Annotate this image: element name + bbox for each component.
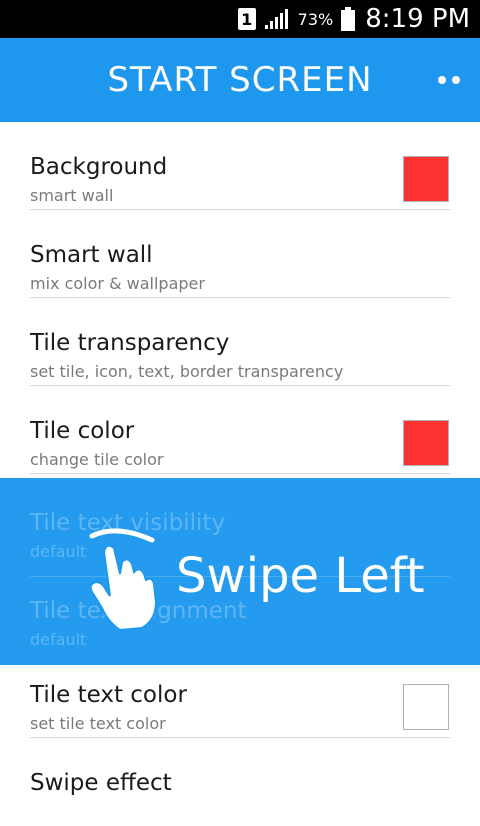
overflow-dots-icon[interactable] — [432, 66, 466, 94]
setting-swipe-effect[interactable]: Swipe effect — [0, 738, 480, 826]
setting-subtitle: set tile text color — [30, 714, 166, 733]
tile-color-swatch[interactable] — [403, 420, 449, 466]
battery-icon — [341, 7, 356, 31]
setting-tile-transparency[interactable]: Tile transparency set tile, icon, text, … — [0, 298, 480, 386]
page-title: START SCREEN — [107, 60, 373, 100]
swipe-tutorial-overlay[interactable]: Tile text visibility default Tile text a… — [0, 478, 480, 665]
setting-subtitle: set tile, icon, text, border transparenc… — [30, 362, 344, 381]
setting-subtitle: mix color & wallpaper — [30, 274, 205, 293]
setting-tile-color[interactable]: Tile color change tile color — [0, 386, 480, 474]
overflow-dot — [452, 76, 460, 84]
setting-title: Tile transparency — [30, 330, 230, 356]
battery-percent: 73% — [297, 9, 334, 29]
setting-subtitle: smart wall — [30, 186, 114, 205]
swipe-hand-icon — [89, 528, 158, 632]
ghost-setting-subtitle: default — [30, 542, 87, 561]
background-color-swatch[interactable] — [403, 156, 449, 202]
setting-title: Swipe effect — [30, 770, 172, 796]
tile-text-color-swatch[interactable] — [403, 684, 449, 730]
ghost-setting-subtitle: default — [30, 630, 87, 649]
setting-title: Smart wall — [30, 242, 153, 268]
clock: 8:19 PM — [365, 4, 470, 34]
signal-icon — [264, 9, 288, 29]
setting-title: Tile text color — [30, 682, 187, 708]
setting-title: Tile color — [30, 418, 135, 444]
setting-smart-wall[interactable]: Smart wall mix color & wallpaper — [0, 210, 480, 298]
setting-background[interactable]: Background smart wall — [0, 122, 480, 210]
settings-list: Background smart wall Smart wall mix col… — [0, 122, 480, 826]
app-bar: START SCREEN — [0, 38, 480, 122]
swipe-hint-text: Swipe Left — [176, 548, 425, 604]
status-bar: 1 73% 8:19 PM — [0, 0, 480, 38]
setting-subtitle: change tile color — [30, 450, 164, 469]
sim-icon: 1 — [237, 8, 256, 30]
setting-title: Background — [30, 154, 168, 180]
overflow-dot — [438, 76, 446, 84]
